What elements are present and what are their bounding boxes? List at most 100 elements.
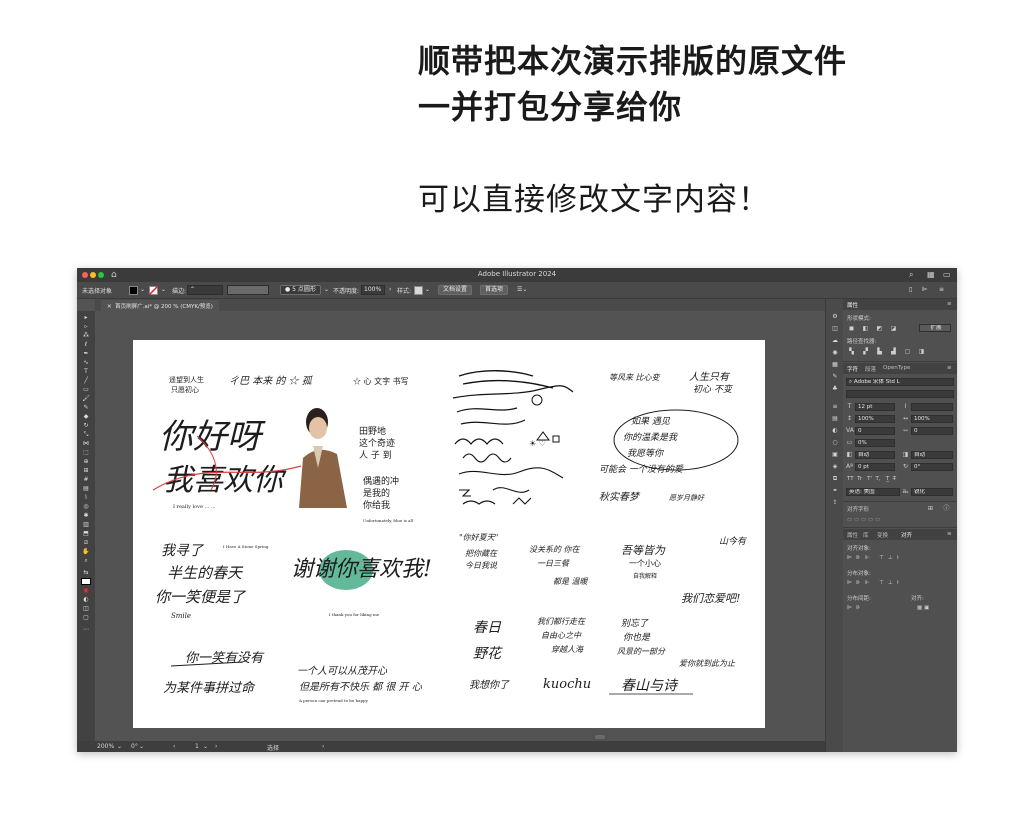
scale-tool-icon[interactable]: ⤡ <box>81 431 91 438</box>
panel-menu-icon[interactable]: ≡ <box>947 301 952 307</box>
gradient-tool-icon[interactable]: ▤ <box>81 485 91 492</box>
minus-back-icon[interactable]: ◨ <box>918 348 925 355</box>
character-rotation-field[interactable]: 0° <box>911 463 953 471</box>
glyph-align-icon[interactable]: ⊞ <box>927 505 934 512</box>
color-icon[interactable]: ◉ <box>831 349 839 356</box>
transform-icon[interactable]: ⊫ <box>922 286 927 293</box>
edit-toolbar-icon[interactable]: ⋯ <box>81 626 91 633</box>
panel-menu-icon[interactable]: ≡ <box>939 286 944 293</box>
symbol-sprayer-tool-icon[interactable]: ✱ <box>81 512 91 519</box>
rotate-tool-icon[interactable]: ↻ <box>81 422 91 429</box>
libraries-icon[interactable]: ☁ <box>831 337 839 344</box>
align-to-buttons[interactable]: ▦ ▣ <box>917 605 929 611</box>
style-dropdown-icon[interactable]: ⌄ <box>425 286 430 293</box>
stroke-dropdown-icon[interactable]: ⌄ <box>161 286 166 293</box>
fill-color-icon[interactable] <box>81 578 91 585</box>
color-mode-icon[interactable]: ◐ <box>81 596 91 603</box>
eyedropper-tool-icon[interactable]: ⌇ <box>81 494 91 501</box>
layers-icon[interactable]: ◫ <box>831 325 839 332</box>
zoom-level[interactable]: 200% <box>97 743 114 750</box>
arrange-icon[interactable]: ☰⌄ <box>517 286 527 293</box>
trim-icon[interactable]: ▞ <box>862 348 869 355</box>
opacity-field[interactable]: 100% <box>361 285 385 295</box>
free-transform-tool-icon[interactable]: ⬚ <box>81 449 91 456</box>
minus-front-icon[interactable]: ◧ <box>862 325 869 332</box>
tsume-field[interactable]: 0% <box>855 439 895 447</box>
artboard[interactable]: 遥望到人生 只愿初心 ㄔ巴 本来 的 ☆ 孤 ☆ 心 文字 书写 你好呀 我喜欢… <box>133 340 765 728</box>
selection-tool-icon[interactable]: ▸ <box>81 314 91 321</box>
rotation-dropdown-icon[interactable]: ⌄ <box>139 743 144 750</box>
stroke-swatch[interactable] <box>149 286 158 295</box>
magic-wand-tool-icon[interactable]: ⁂ <box>81 332 91 339</box>
transform-tab[interactable]: 变换 <box>877 531 888 539</box>
aki-right-field[interactable]: 自动 <box>911 451 953 459</box>
status-menu-icon[interactable]: › <box>322 743 324 750</box>
font-family-field[interactable]: ⌕ Adobe 宋体 Std L <box>846 378 954 386</box>
anti-alias-field[interactable]: 锐化 <box>911 488 953 496</box>
brush-dropdown-icon[interactable]: ⌄ <box>324 286 329 293</box>
rectangle-tool-icon[interactable]: ▭ <box>81 386 91 393</box>
shape-builder-tool-icon[interactable]: ⊕ <box>81 458 91 465</box>
graphic-style-swatch[interactable] <box>414 286 423 295</box>
rotation-level[interactable]: 0° <box>131 743 138 750</box>
expand-button[interactable]: 扩展 <box>919 324 951 332</box>
artboard-number[interactable]: 1 <box>195 743 199 750</box>
draw-mode-icon[interactable]: ◫ <box>81 605 91 612</box>
character-tab[interactable]: 字符 <box>847 365 858 373</box>
pencil-tool-icon[interactable]: ✎ <box>81 404 91 411</box>
unite-icon[interactable]: ◼ <box>848 325 855 332</box>
properties-icon[interactable]: ⚙ <box>831 313 839 320</box>
outline-icon[interactable]: ▢ <box>904 348 911 355</box>
blend-tool-icon[interactable]: ◎ <box>81 503 91 510</box>
swap-colors-icon[interactable]: ⇆ <box>81 569 91 576</box>
asset-export-icon[interactable]: ⇪ <box>831 499 839 506</box>
links-icon[interactable]: ⚭ <box>831 487 839 494</box>
merge-icon[interactable]: ▙ <box>876 348 883 355</box>
width-tool-icon[interactable]: ⋈ <box>81 440 91 447</box>
gradient-icon[interactable]: ▤ <box>831 415 839 422</box>
align-icon[interactable]: ▯ <box>909 286 912 293</box>
eraser-tool-icon[interactable]: ◆ <box>81 413 91 420</box>
kerning-field[interactable]: 0 <box>855 427 895 435</box>
graphic-styles-icon[interactable]: ▣ <box>831 451 839 458</box>
document-tab[interactable]: ✕ 首页刷屏广.ai* @ 200 % (CMYK/预览) <box>101 300 219 311</box>
slice-tool-icon[interactable]: ⧄ <box>81 539 91 546</box>
screen-mode-icon[interactable]: ▢ <box>81 614 91 621</box>
horizontal-scale-field[interactable]: 100% <box>911 415 953 423</box>
aki-left-field[interactable]: 自动 <box>855 451 895 459</box>
baseline-shift-field[interactable]: 0 pt <box>855 463 895 471</box>
libraries-tab[interactable]: 库 <box>863 531 869 539</box>
horizontal-scrollbar[interactable] <box>595 735 605 739</box>
distribute-object-buttons[interactable]: ⊫⊪⊩ ⊤⊥⊦ <box>847 580 904 586</box>
align-object-buttons[interactable]: ⊫⊪⊩ ⊤⊥⊦ <box>847 555 904 561</box>
properties-tab[interactable]: 属性 <box>847 531 858 539</box>
divide-icon[interactable]: ▚ <box>848 348 855 355</box>
pen-tool-icon[interactable]: ✒ <box>81 350 91 357</box>
artboard-dropdown-icon[interactable]: ⌄ <box>203 743 208 750</box>
pathfinder-tab[interactable]: 属性 <box>847 301 858 309</box>
type-tool-icon[interactable]: T <box>81 368 91 375</box>
layers-stack-icon[interactable]: ◈ <box>831 463 839 470</box>
graph-tool-icon[interactable]: ▥ <box>81 521 91 528</box>
exclude-icon[interactable]: ◪ <box>890 325 897 332</box>
zoom-tool-icon[interactable]: ⌕ <box>81 557 91 564</box>
paragraph-tab[interactable]: 段落 <box>865 365 876 373</box>
document-setup-button[interactable]: 文档设置 <box>438 285 473 295</box>
stroke-weight-field[interactable]: ⌃ <box>187 285 223 295</box>
artboard-tool-icon[interactable]: ⬒ <box>81 530 91 537</box>
tracking-field[interactable]: 0 <box>911 427 953 435</box>
mesh-tool-icon[interactable]: # <box>81 476 91 483</box>
intersect-icon[interactable]: ◩ <box>876 325 883 332</box>
distribute-spacing-buttons[interactable]: ⊫⊪ <box>847 605 865 611</box>
hand-tool-icon[interactable]: ✋ <box>81 548 91 555</box>
opacity-label[interactable]: 不透明度: <box>333 286 359 295</box>
artboards-icon[interactable]: ⧉ <box>831 475 839 482</box>
crop-icon[interactable]: ▟ <box>890 348 897 355</box>
line-tool-icon[interactable]: ╱ <box>81 377 91 384</box>
align-tab[interactable]: 对齐 <box>901 531 912 539</box>
stroke-color-icon[interactable]: ▣ <box>81 587 91 594</box>
arrange-documents-icon[interactable]: ▭ <box>943 270 951 279</box>
brush-definition-dropdown[interactable]: ● 5 点圆形 <box>280 285 321 295</box>
align-menu-icon[interactable]: ≡ <box>947 531 952 537</box>
swatches-icon[interactable]: ▦ <box>831 361 839 368</box>
